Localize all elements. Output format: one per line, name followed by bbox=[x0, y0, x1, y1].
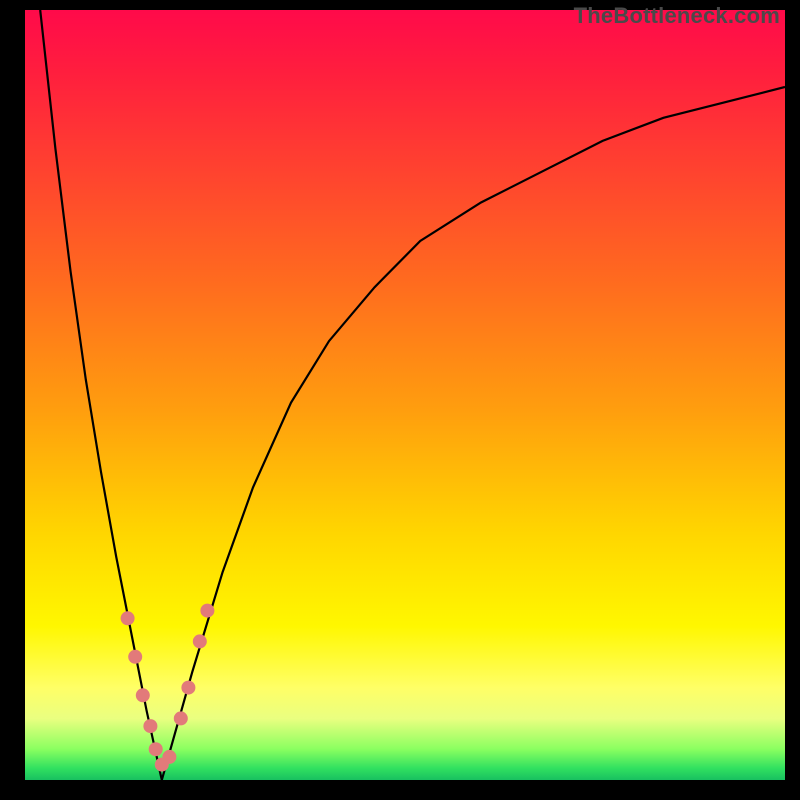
watermark-text: TheBottleneck.com bbox=[574, 3, 780, 29]
curves-svg bbox=[25, 10, 785, 780]
valley-dot bbox=[181, 681, 195, 695]
right-curve bbox=[162, 87, 785, 780]
plot-area bbox=[25, 10, 785, 780]
chart-frame: TheBottleneck.com bbox=[0, 0, 800, 800]
valley-dot bbox=[200, 604, 214, 618]
left-curve bbox=[40, 10, 162, 780]
valley-dot bbox=[149, 742, 163, 756]
valley-dot bbox=[128, 650, 142, 664]
valley-dot bbox=[174, 711, 188, 725]
valley-dots bbox=[121, 604, 215, 772]
valley-dot bbox=[121, 611, 135, 625]
valley-dot bbox=[193, 634, 207, 648]
valley-dot bbox=[162, 750, 176, 764]
valley-dot bbox=[136, 688, 150, 702]
valley-dot bbox=[143, 719, 157, 733]
